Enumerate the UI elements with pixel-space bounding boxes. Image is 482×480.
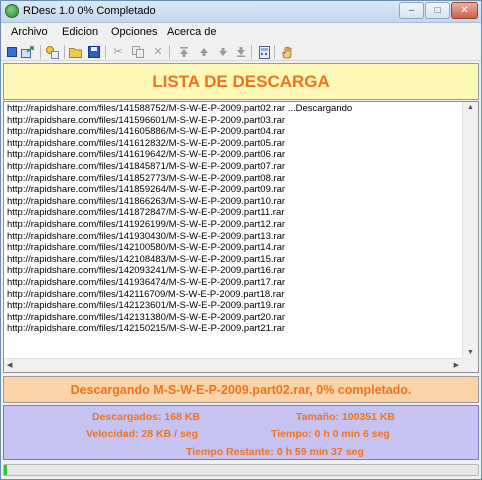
download-list-header: LISTA DE DESCARGA xyxy=(3,63,479,100)
vertical-scrollbar[interactable]: ▲ ▼ xyxy=(462,102,478,358)
move-up-icon[interactable] xyxy=(196,44,212,60)
title-bar[interactable]: RDesc 1.0 0% Completado – □ ✕ xyxy=(1,1,481,23)
list-item[interactable]: http://rapidshare.com/files/142131380/M-… xyxy=(7,312,462,324)
list-item[interactable]: http://rapidshare.com/files/141936474/M-… xyxy=(7,277,462,289)
move-bottom-icon[interactable] xyxy=(233,44,249,60)
move-top-icon[interactable] xyxy=(176,44,192,60)
move-down-icon[interactable] xyxy=(215,44,231,60)
new-icon[interactable] xyxy=(4,44,20,60)
speed-stat: Velocidad: 28 KB / seg xyxy=(86,428,199,440)
window-title: RDesc 1.0 0% Completado xyxy=(23,5,156,17)
maximize-button[interactable]: □ xyxy=(425,2,450,19)
toolbar-separator xyxy=(105,45,106,59)
menu-opciones[interactable]: Opciones xyxy=(111,26,157,38)
menu-acerca-de[interactable]: Acerca de xyxy=(167,26,217,38)
list-item[interactable]: http://rapidshare.com/files/141852773/M-… xyxy=(7,173,462,185)
list-item[interactable]: http://rapidshare.com/files/141866263/M-… xyxy=(7,196,462,208)
app-icon xyxy=(5,4,19,18)
open-folder-icon[interactable] xyxy=(68,44,84,60)
list-item[interactable]: http://rapidshare.com/files/142093241/M-… xyxy=(7,265,462,277)
menu-edicion[interactable]: Edicion xyxy=(62,26,98,38)
stats-panel: Descargados: 168 KB Tamaño: 100351 KB Ve… xyxy=(3,405,479,460)
scroll-down-icon[interactable]: ▼ xyxy=(467,349,474,356)
status-panel: Descargando M-S-W-E-P-2009.part02.rar, 0… xyxy=(3,376,479,403)
scroll-up-icon[interactable]: ▲ xyxy=(467,104,474,111)
toolbar-separator xyxy=(274,45,275,59)
menu-bar: Archivo Edicion Opciones Acerca de xyxy=(1,23,481,43)
list-item[interactable]: http://rapidshare.com/files/141930430/M-… xyxy=(7,231,462,243)
list-item[interactable]: http://rapidshare.com/files/142108483/M-… xyxy=(7,254,462,266)
add-link-icon[interactable] xyxy=(44,44,60,60)
list-item[interactable]: http://rapidshare.com/files/141926199/M-… xyxy=(7,219,462,231)
list-item[interactable]: http://rapidshare.com/files/141872847/M-… xyxy=(7,207,462,219)
remaining-time-stat: Tiempo Restante: 0 h 59 min 37 seg xyxy=(186,446,364,458)
toolbar: ✂ ✕ xyxy=(1,43,481,61)
list-item[interactable]: http://rapidshare.com/files/141605886/M-… xyxy=(7,126,462,138)
elapsed-time-stat: Tiempo: 0 h 0 min 6 seg xyxy=(271,428,390,440)
list-item[interactable]: http://rapidshare.com/files/141619642/M-… xyxy=(7,149,462,161)
page-title: LISTA DE DESCARGA xyxy=(152,72,330,91)
list-item[interactable]: http://rapidshare.com/files/141612832/M-… xyxy=(7,138,462,150)
delete-icon[interactable]: ✕ xyxy=(150,44,166,60)
export-icon[interactable] xyxy=(20,44,36,60)
app-window: RDesc 1.0 0% Completado – □ ✕ Archivo Ed… xyxy=(0,0,482,480)
cut-icon[interactable]: ✂ xyxy=(110,44,126,60)
scroll-right-icon[interactable]: ▶ xyxy=(454,361,459,369)
hand-icon[interactable] xyxy=(279,44,295,60)
list-item[interactable]: http://rapidshare.com/files/142116709/M-… xyxy=(7,289,462,301)
close-button[interactable]: ✕ xyxy=(451,2,478,19)
list-item[interactable]: http://rapidshare.com/files/141588752/M-… xyxy=(7,103,462,115)
list-item[interactable]: http://rapidshare.com/files/142100580/M-… xyxy=(7,242,462,254)
minimize-button[interactable]: – xyxy=(399,2,424,19)
download-list[interactable]: http://rapidshare.com/files/141588752/M-… xyxy=(3,101,479,373)
toolbar-separator xyxy=(64,45,65,59)
list-item[interactable]: http://rapidshare.com/files/141859264/M-… xyxy=(7,184,462,196)
size-stat: Tamaño: 100351 KB xyxy=(296,411,396,423)
list-item[interactable]: http://rapidshare.com/files/141845871/M-… xyxy=(7,161,462,173)
progress-fill xyxy=(4,465,7,475)
toolbar-separator xyxy=(40,45,41,59)
calculator-icon[interactable] xyxy=(256,44,272,60)
menu-archivo[interactable]: Archivo xyxy=(11,26,48,38)
downloaded-stat: Descargados: 168 KB xyxy=(92,411,200,423)
list-item[interactable]: http://rapidshare.com/files/142150215/M-… xyxy=(7,323,462,335)
toolbar-separator xyxy=(251,45,252,59)
copy-icon[interactable] xyxy=(130,44,146,60)
status-text: Descargando M-S-W-E-P-2009.part02.rar, 0… xyxy=(70,383,412,397)
list-item[interactable]: http://rapidshare.com/files/142123601/M-… xyxy=(7,300,462,312)
horizontal-scrollbar[interactable]: ◀ ▶ xyxy=(4,358,462,372)
download-progress-bar xyxy=(3,464,479,476)
scroll-left-icon[interactable]: ◀ xyxy=(7,361,12,369)
save-icon[interactable] xyxy=(86,44,102,60)
scroll-corner xyxy=(462,358,478,372)
list-item[interactable]: http://rapidshare.com/files/141596601/M-… xyxy=(7,115,462,127)
toolbar-separator xyxy=(169,45,170,59)
download-list-items: http://rapidshare.com/files/141588752/M-… xyxy=(7,103,462,358)
